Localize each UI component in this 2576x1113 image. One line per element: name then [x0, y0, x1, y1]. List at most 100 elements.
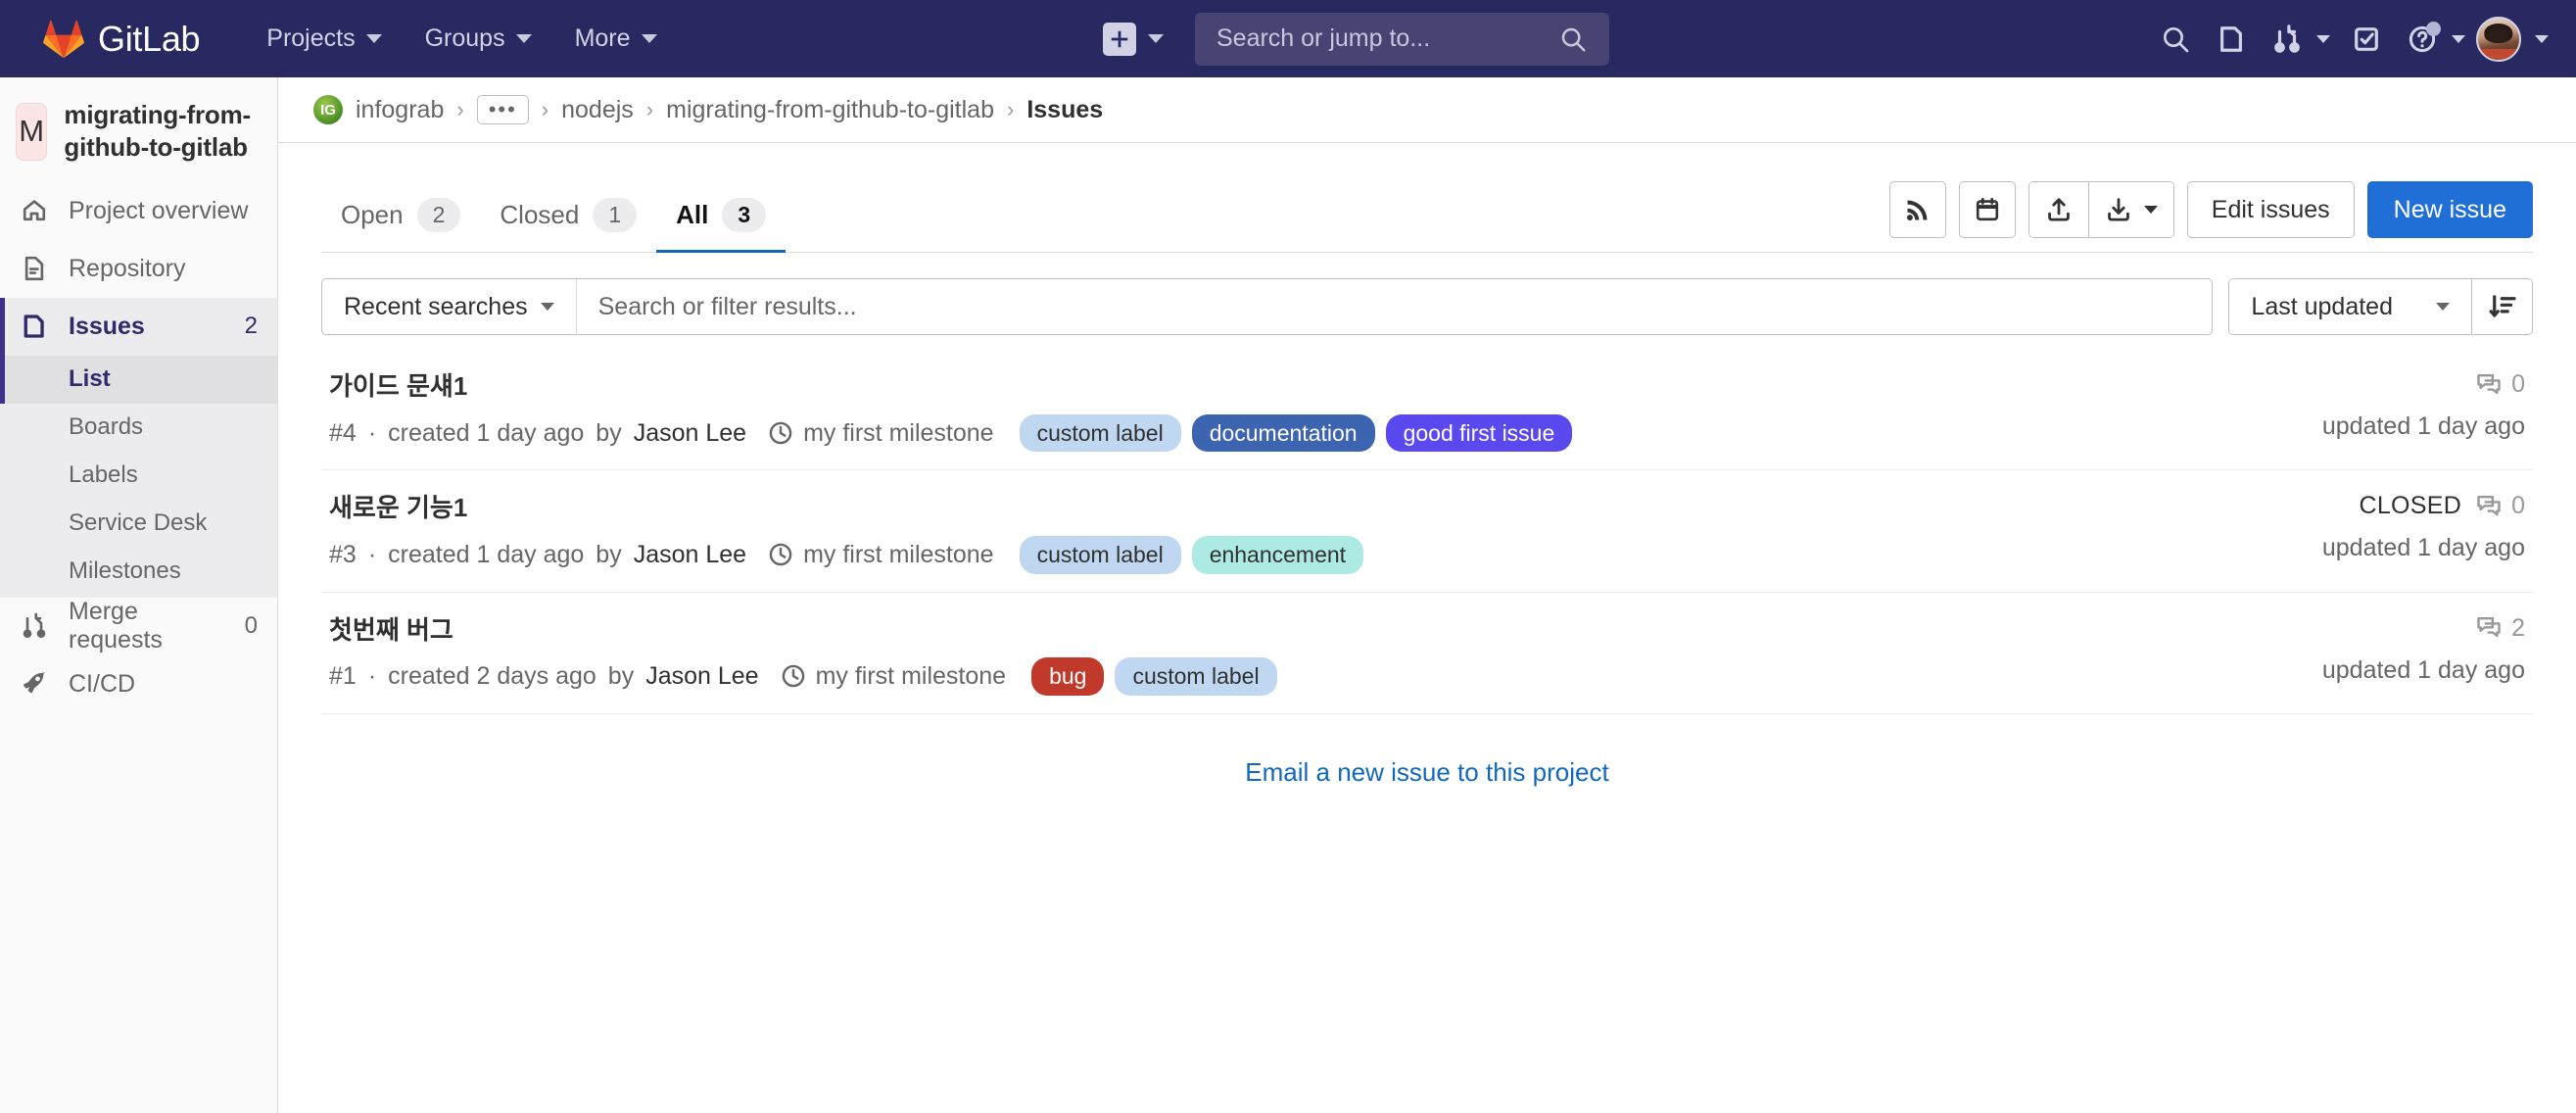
tab-open[interactable]: Open 2	[321, 198, 480, 252]
issue-row[interactable]: 새로운 기능1 #3 · created 1 day ago by Jason …	[321, 470, 2533, 593]
sidebar-item-merge-requests[interactable]: Merge requests 0	[0, 598, 277, 655]
sort-direction-button[interactable]	[2471, 279, 2532, 334]
issue-author-prefix: by	[596, 540, 622, 568]
issue-author[interactable]: Jason Lee	[634, 417, 746, 450]
todos-icon	[2355, 26, 2378, 51]
nav-groups-label: Groups	[424, 24, 505, 52]
chevron-down-icon	[540, 303, 554, 311]
tab-all[interactable]: All 3	[656, 198, 787, 253]
user-menu[interactable]	[2476, 16, 2554, 62]
sidebar-item-repository[interactable]: Repository	[0, 240, 277, 298]
issue-milestone[interactable]: my first milestone	[781, 660, 1006, 693]
sidebar-item-milestones[interactable]: Milestones	[0, 548, 277, 596]
help-button[interactable]	[2397, 14, 2448, 65]
clock-icon	[769, 543, 792, 566]
issue-comment-count[interactable]: 0	[2475, 492, 2525, 520]
sidebar-item-ci-cd[interactable]: CI/CD	[0, 655, 277, 713]
merge-requests-button[interactable]	[2262, 14, 2313, 65]
project-name: migrating-from-github-to-gitlab	[64, 100, 251, 163]
global-search-input[interactable]: Search or jump to...	[1195, 12, 1609, 66]
issue-milestone-label: my first milestone	[815, 662, 1007, 691]
issue-title[interactable]: 가이드 문섀1	[329, 370, 1572, 403]
issue-label[interactable]: documentation	[1191, 413, 1375, 453]
issue-label[interactable]: custom label	[1019, 413, 1181, 453]
sidebar-label-service-desk: Service Desk	[69, 509, 208, 537]
notification-dot	[2426, 21, 2441, 36]
issue-label[interactable]: bug	[1031, 657, 1105, 696]
sort-by-dropdown[interactable]: Last updated	[2229, 279, 2471, 334]
search-icon	[1561, 27, 1586, 51]
chevron-down-icon	[2436, 303, 2450, 311]
comments-icon	[2477, 495, 2501, 516]
issue-comment-count-value: 0	[2511, 492, 2525, 520]
sidebar-project-header[interactable]: M migrating-from-github-to-gitlab	[0, 77, 277, 182]
issue-milestone[interactable]: my first milestone	[768, 539, 994, 571]
breadcrumb-separator: ›	[456, 97, 464, 121]
calendar-icon	[1976, 197, 1998, 221]
issue-labels: custom label enhancement	[1019, 535, 1364, 574]
issue-updated: updated 1 day ago	[2321, 412, 2525, 440]
email-new-issue-link[interactable]: Email a new issue to this project	[321, 757, 2533, 788]
rss-button[interactable]	[1888, 181, 1946, 238]
breadcrumb-ellipsis-button[interactable]: •••	[476, 94, 529, 125]
new-issue-button[interactable]: New issue	[2366, 181, 2533, 238]
comments-icon	[2477, 373, 2501, 394]
nav-item-more[interactable]: More	[553, 15, 679, 63]
breadcrumb-item-nodejs[interactable]: nodejs	[561, 96, 634, 124]
gitlab-logo[interactable]: GitLab	[43, 18, 201, 60]
sidebar-item-boards[interactable]: Boards	[0, 404, 277, 452]
sidebar-badge-issues: 2	[244, 313, 258, 340]
issues-list: 가이드 문섀1 #4 · created 1 day ago by Jason …	[321, 349, 2533, 714]
breadcrumb-item-infograb[interactable]: infograb	[356, 96, 444, 124]
breadcrumb-separator: ›	[541, 97, 549, 121]
sidebar-item-issues[interactable]: Issues 2	[0, 297, 277, 356]
issue-comment-count[interactable]: 0	[2475, 370, 2525, 399]
tab-closed[interactable]: Closed 1	[480, 198, 656, 252]
issue-label[interactable]: good first issue	[1385, 413, 1573, 453]
issue-comment-count[interactable]: 2	[2475, 614, 2525, 643]
issue-secondary-content: 2 updated 1 day ago	[2293, 614, 2525, 685]
issue-label[interactable]: custom label	[1115, 657, 1277, 696]
issues-button[interactable]	[2206, 14, 2257, 65]
issue-title[interactable]: 첫번째 버그	[329, 614, 1277, 647]
issue-author[interactable]: Jason Lee	[645, 660, 758, 693]
sidebar-item-service-desk[interactable]: Service Desk	[0, 500, 277, 548]
issue-title[interactable]: 새로운 기능1	[329, 492, 1363, 524]
issue-author[interactable]: Jason Lee	[634, 539, 746, 571]
issue-label[interactable]: custom label	[1019, 535, 1181, 574]
export-dropdown-button[interactable]	[2088, 182, 2173, 237]
sidebar-item-list[interactable]: List	[0, 355, 277, 404]
breadcrumb-item-project[interactable]: migrating-from-github-to-gitlab	[666, 96, 994, 124]
new-item-dropdown[interactable]	[1103, 22, 1164, 56]
sidebar-badge-merge-requests: 0	[244, 612, 258, 640]
sidebar-item-labels[interactable]: Labels	[0, 452, 277, 500]
issues-glyph	[24, 315, 44, 338]
import-button[interactable]	[2028, 182, 2088, 237]
todos-button[interactable]	[2341, 14, 2392, 65]
nav-item-projects[interactable]: Projects	[245, 15, 403, 63]
tab-all-label: All	[676, 200, 709, 229]
search-filter-input[interactable]: Search or filter results...	[577, 279, 2213, 334]
issues-sub-navigation: List Boards Labels Service Desk Mileston…	[0, 355, 277, 598]
edit-issues-button[interactable]: Edit issues	[2186, 181, 2355, 238]
help-dropdown[interactable]	[2397, 14, 2471, 65]
nav-item-groups[interactable]: Groups	[404, 15, 553, 63]
issue-primary-content: 새로운 기능1 #3 · created 1 day ago by Jason …	[329, 492, 1364, 574]
search-button[interactable]	[2150, 14, 2201, 65]
rocket-glyph	[24, 671, 45, 694]
export-icon	[2107, 198, 2129, 221]
issues-filter-row: Recent searches Search or filter results…	[321, 278, 2533, 335]
calendar-button[interactable]	[1958, 181, 2016, 238]
rss-icon	[1906, 200, 1928, 221]
issue-row[interactable]: 가이드 문섀1 #4 · created 1 day ago by Jason …	[321, 349, 2533, 471]
sidebar-item-project-overview[interactable]: Project overview	[0, 182, 277, 240]
recent-searches-dropdown[interactable]: Recent searches	[322, 279, 577, 334]
issue-milestone[interactable]: my first milestone	[768, 417, 994, 450]
issue-meta: #4 · created 1 day ago by Jason Lee my f…	[329, 413, 1573, 453]
merge-requests-dropdown[interactable]	[2262, 14, 2336, 65]
chevron-down-icon	[365, 34, 382, 43]
issue-label[interactable]: enhancement	[1191, 535, 1364, 574]
gitlab-brand-text: GitLab	[98, 18, 201, 59]
issue-row[interactable]: 첫번째 버그 #1 · created 2 days ago by Jason …	[321, 593, 2533, 714]
avatar[interactable]	[2476, 16, 2521, 62]
